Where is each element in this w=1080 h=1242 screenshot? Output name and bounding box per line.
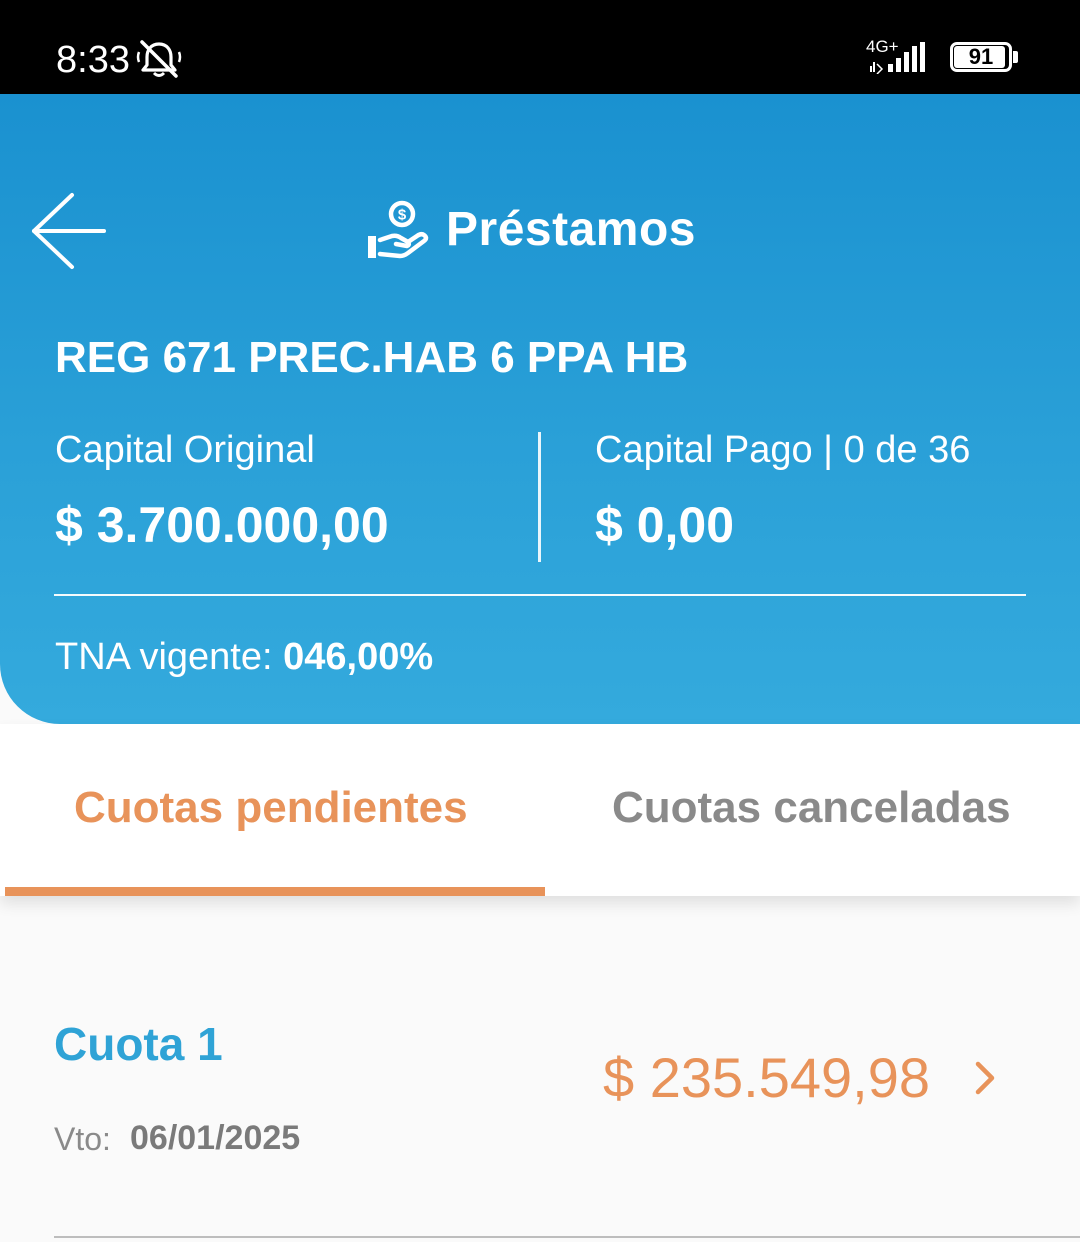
svg-text:$: $ [398,207,407,224]
installment-item[interactable]: Cuota 1 Vto: 06/01/2025 $ 235.549,98 [0,990,1080,1238]
chevron-right-icon[interactable] [970,1058,1000,1098]
hand-money-icon: $ [368,200,429,259]
tab-cuotas-canceladas[interactable]: Cuotas canceladas [612,782,1011,834]
tna-label: TNA vigente: [55,636,273,678]
tab-cuotas-pendientes[interactable]: Cuotas pendientes [74,782,468,834]
installment-tabs: Cuotas pendientes Cuotas canceladas [0,724,1080,896]
capital-original-value: $ 3.700.000,00 [55,497,389,553]
capital-original-label: Capital Original [55,429,315,471]
loan-name: REG 671 PREC.HAB 6 PPA HB [55,333,689,382]
capital-pago-value: $ 0,00 [595,497,735,553]
signal-icon [870,42,925,74]
due-label: Vto: [54,1121,111,1157]
status-time: 8:33 [56,39,130,81]
active-tab-indicator [5,887,545,896]
loan-header: $ Préstamos REG 671 PREC.HAB 6 PPA HB Ca… [0,94,1080,724]
page-title: Préstamos [446,203,696,256]
arrow-left-icon[interactable] [28,190,110,272]
due-date: 06/01/2025 [130,1119,301,1157]
header-divider [54,594,1026,596]
tna-row: TNA vigente: 046,00% [55,634,433,680]
installment-title: Cuota 1 [54,1018,223,1070]
capital-pago-label: Capital Pago | 0 de 36 [595,429,971,471]
capital-divider [538,432,541,562]
battery-icon: 91 [950,42,1018,72]
status-bar: 8:33 4G+ 91 [0,0,1080,94]
battery-level: 91 [968,44,994,69]
item-divider [54,1236,1080,1238]
installment-amount: $ 235.549,98 [603,1046,930,1109]
bell-off-icon [136,40,182,78]
tna-value: 046,00% [283,636,434,678]
